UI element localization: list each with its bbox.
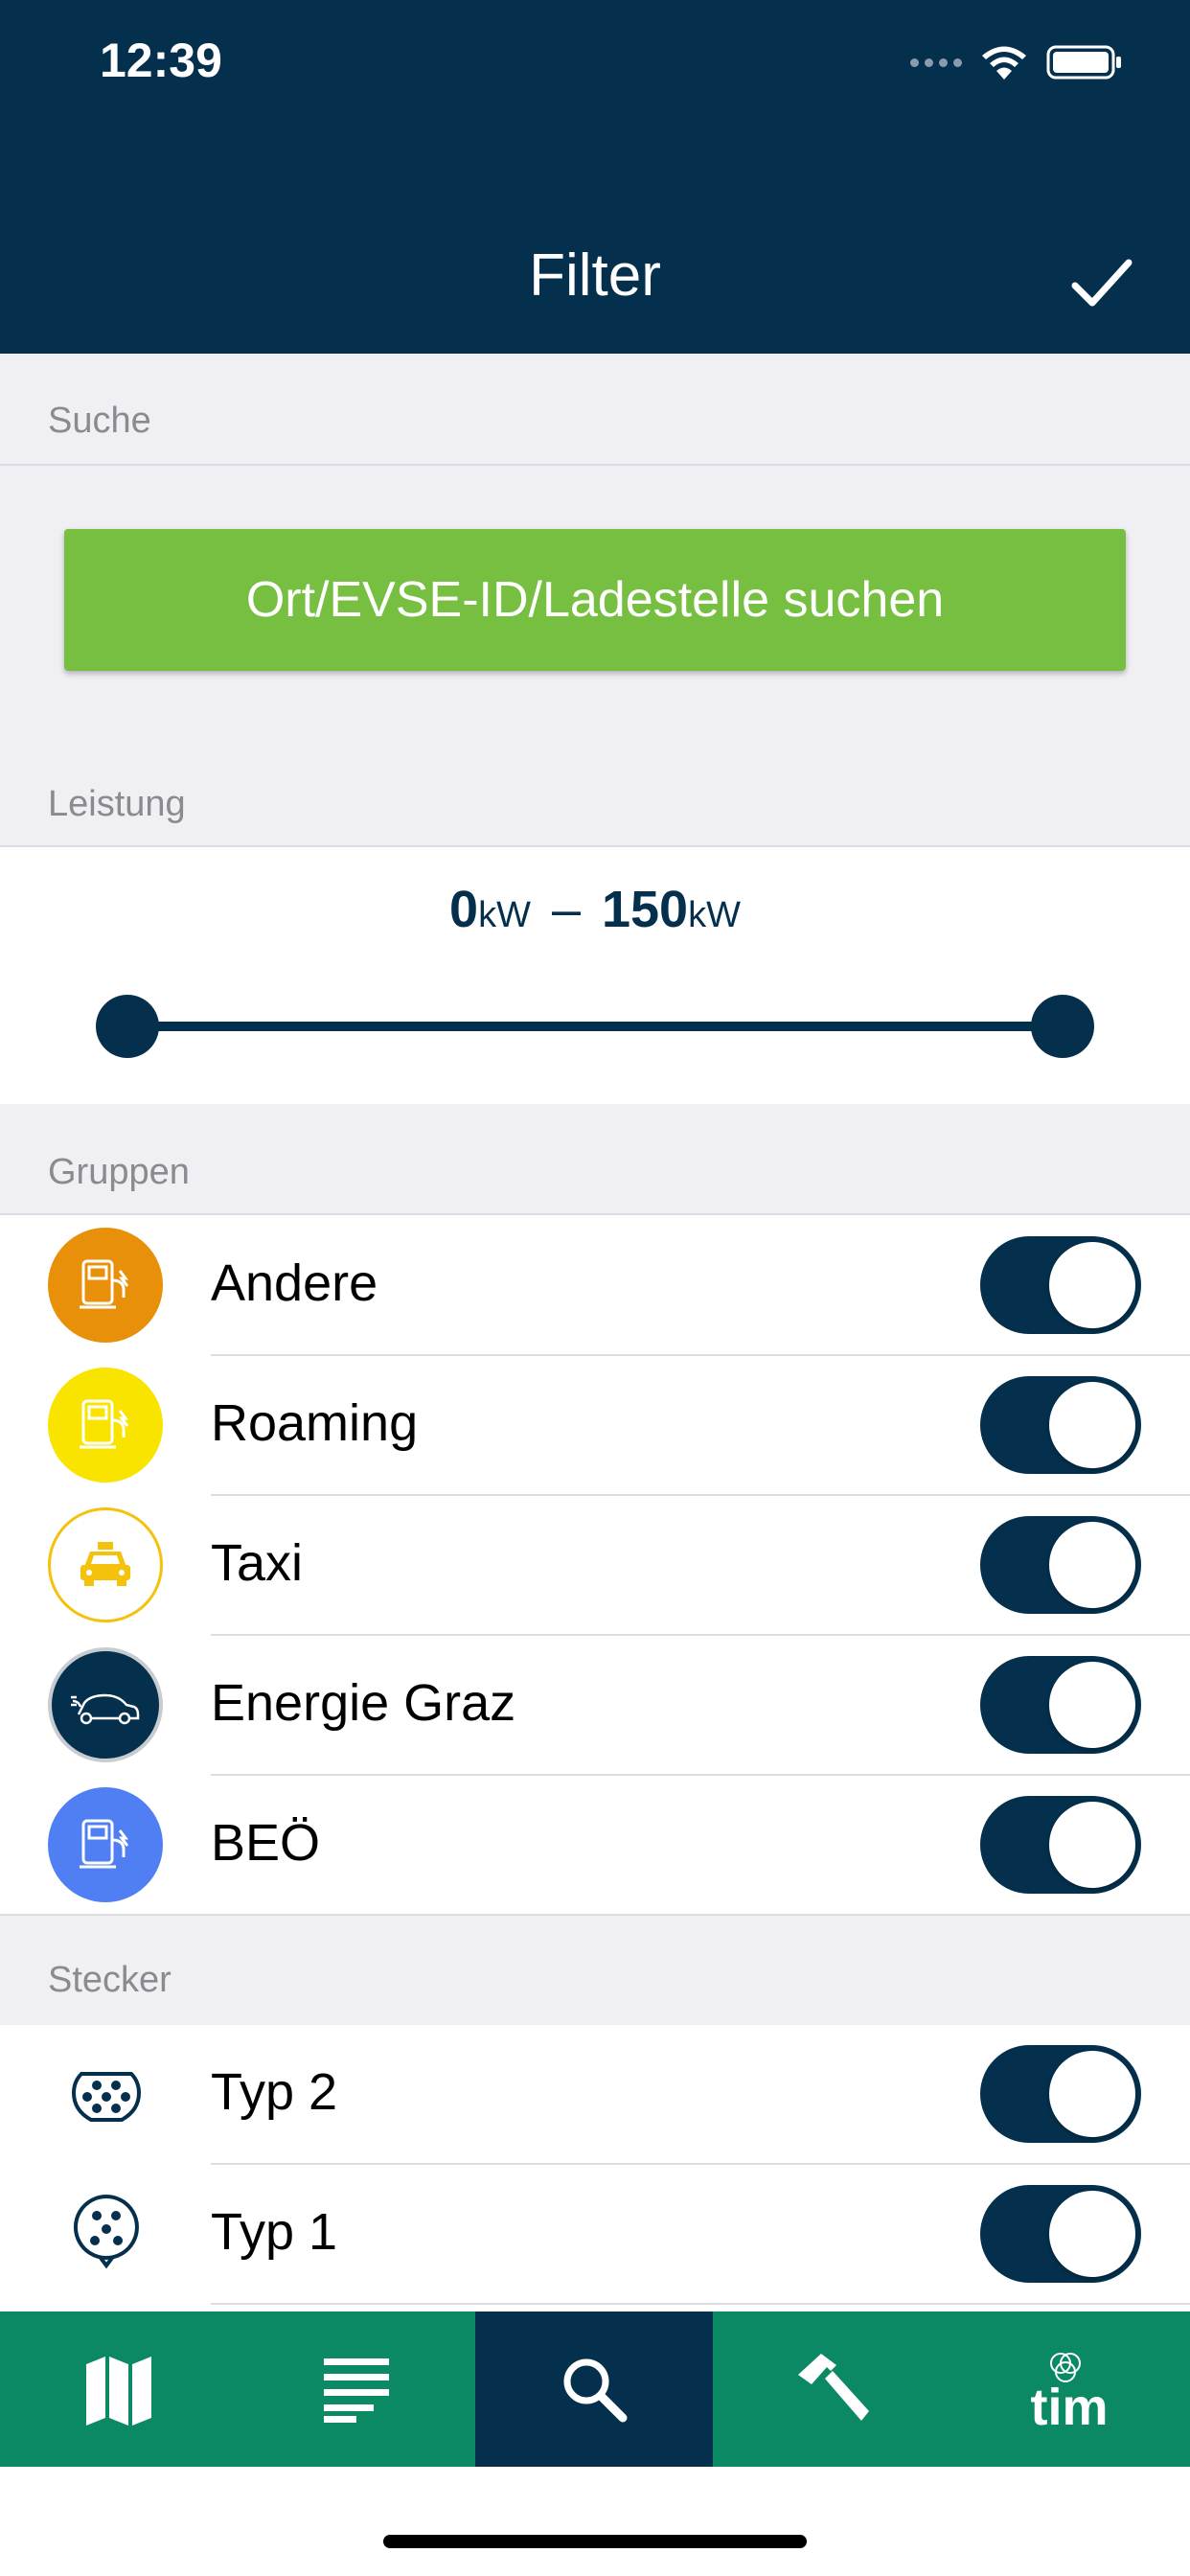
row-divider [211,2303,1190,2305]
section-label-search: Suche [48,401,151,441]
charging-station-icon [48,1368,163,1483]
electric-car-icon [48,1647,163,1762]
battery-icon [1046,45,1121,80]
group-label-andere: Andere [211,1254,378,1312]
power-slider-min-handle[interactable] [96,995,159,1058]
tab-list[interactable] [238,2312,475,2467]
toggle-group-beo[interactable] [980,1796,1141,1894]
charging-station-icon [48,1228,163,1343]
tab-tim[interactable]: tim [950,2312,1188,2467]
toggle-plug-typ2[interactable] [980,2045,1141,2143]
group-label-roaming: Roaming [211,1394,419,1452]
confirm-button[interactable] [1065,247,1138,320]
list-icon [324,2358,389,2423]
taxi-icon [48,1507,163,1622]
hammer-icon [798,2354,869,2421]
power-min-unit: kW [478,895,531,935]
tab-tools[interactable] [713,2312,950,2467]
power-range-separator: – [551,881,581,938]
search-location-button[interactable]: Ort/EVSE-ID/Ladestelle suchen [64,529,1126,671]
tim-logo: tim [1031,2353,1109,2432]
group-label-energie-graz: Energie Graz [211,1674,516,1732]
type1-plug-icon [63,2188,149,2274]
map-icon [86,2357,151,2426]
power-max-unit: kW [688,895,741,935]
section-header-search [0,354,1190,466]
group-label-taxi: Taxi [211,1534,304,1592]
charging-station-icon [48,1787,163,1902]
type2-plug-icon [63,2050,149,2136]
tab-map[interactable] [0,2312,238,2467]
toggle-group-roaming[interactable] [980,1376,1141,1474]
tab-search[interactable] [475,2312,713,2467]
section-label-groups: Gruppen [48,1152,190,1192]
bottom-tab-bar: tim [0,2312,1190,2467]
power-max-value: 150 [601,881,689,938]
status-icons [910,38,1123,86]
power-slider-max-handle[interactable] [1031,995,1094,1058]
section-label-plugs: Stecker [48,1960,172,2000]
section-label-power: Leistung [48,784,186,824]
plug-label-typ1: Typ 1 [211,2203,338,2261]
power-range-readout: 0kW –150kW [0,880,1190,939]
toggle-group-andere[interactable] [980,1236,1141,1334]
status-time: 12:39 [100,34,222,87]
checkmark-icon [1071,259,1133,307]
toggle-group-taxi[interactable] [980,1516,1141,1614]
toggle-group-energie-graz[interactable] [980,1656,1141,1754]
tim-logo-text: tim [1031,2379,1109,2432]
group-label-beo: BEÖ [211,1814,321,1872]
power-min-value: 0 [449,881,479,938]
cellular-signal-icon [910,58,962,67]
page-title: Filter [529,242,661,309]
search-icon [563,2358,628,2423]
section-header-plugs [0,1914,1190,2027]
power-range-slider[interactable] [126,1022,1062,1031]
toggle-plug-typ1[interactable] [980,2185,1141,2283]
wifi-icon [982,46,1026,80]
home-indicator[interactable] [383,2535,807,2548]
plug-label-typ2: Typ 2 [211,2063,338,2121]
